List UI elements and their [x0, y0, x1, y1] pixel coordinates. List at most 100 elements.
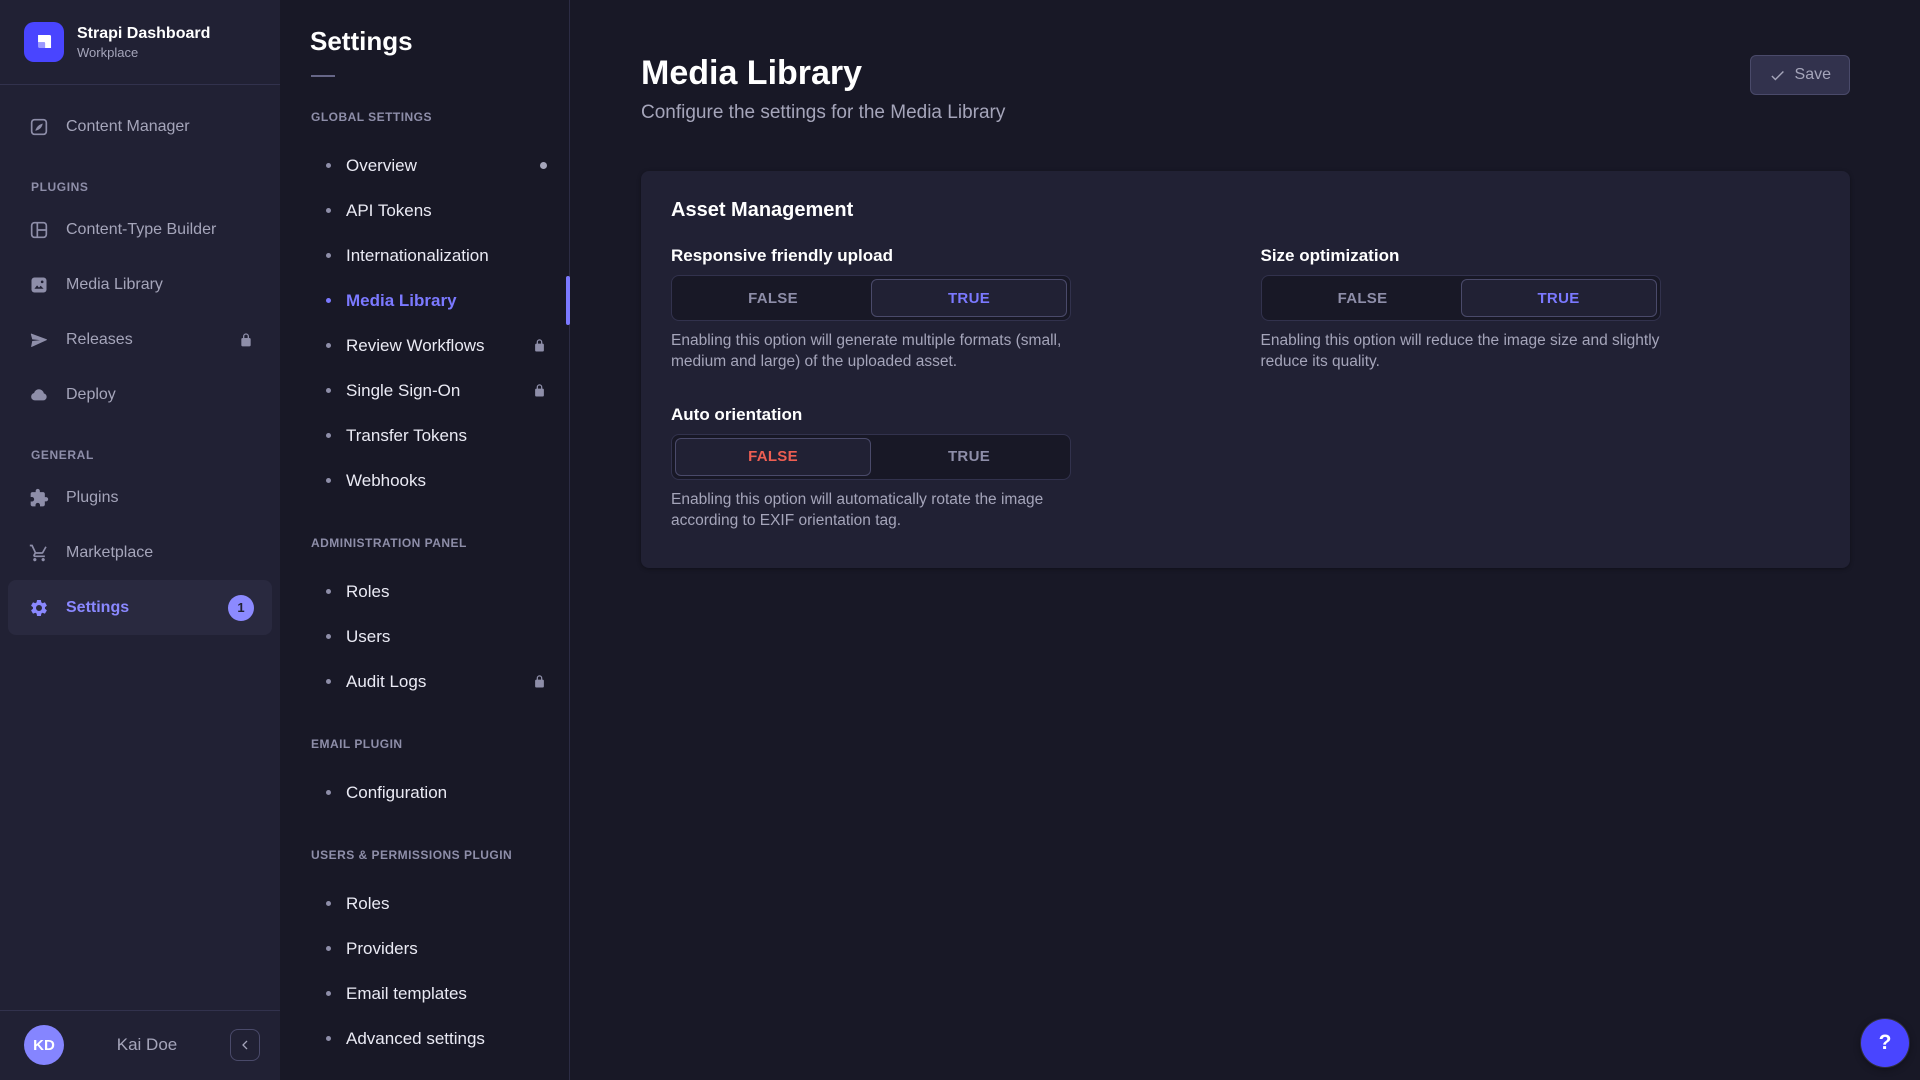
lock-icon — [532, 383, 547, 398]
bullet-icon — [326, 901, 331, 906]
subnav-item-transfer-tokens[interactable]: Transfer Tokens — [280, 413, 569, 458]
toggle-option-false[interactable]: FALSE — [1265, 279, 1461, 317]
check-icon — [1769, 67, 1786, 84]
subnav-item-roles-admin[interactable]: Roles — [280, 569, 569, 614]
field-hint: Enabling this option will generate multi… — [671, 331, 1096, 373]
subnav-item-review-workflows[interactable]: Review Workflows — [280, 323, 569, 368]
toggle-option-false[interactable]: FALSE — [675, 279, 871, 317]
sidebar-item-label: Settings — [66, 599, 129, 617]
sidebar-item-releases[interactable]: Releases — [0, 312, 280, 367]
subnav-item-label: Internationalization — [346, 246, 489, 266]
subnav-item-label: Webhooks — [346, 471, 426, 491]
sidebar-item-content-type-builder[interactable]: Content-Type Builder — [0, 202, 280, 257]
sidebar-item-deploy[interactable]: Deploy — [0, 367, 280, 422]
subnav-item-label: Users — [346, 627, 390, 647]
toggle-option-false[interactable]: FALSE — [675, 438, 871, 476]
sidebar-item-content-manager[interactable]: Content Manager — [0, 99, 280, 154]
chevron-left-icon — [237, 1037, 253, 1053]
sidebar-section-plugins: PLUGINS — [31, 172, 280, 202]
main-sidebar: Strapi Dashboard Workplace Content Manag… — [0, 0, 280, 1080]
strapi-logo-icon — [24, 22, 64, 62]
subnav-item-single-sign-on[interactable]: Single Sign-On — [280, 368, 569, 413]
subnav-item-configuration[interactable]: Configuration — [280, 770, 569, 815]
toggle-option-true[interactable]: TRUE — [871, 279, 1067, 317]
field-label: Responsive friendly upload — [671, 246, 1231, 266]
sidebar-item-label: Deploy — [66, 386, 116, 404]
subnav-item-webhooks[interactable]: Webhooks — [280, 458, 569, 503]
sidebar-item-media-library[interactable]: Media Library — [0, 257, 280, 312]
field-size-optimization: Size optimization FALSE TRUE Enabling th… — [1261, 246, 1821, 373]
subnav-list: Roles Providers Email templates Advanced… — [280, 881, 569, 1061]
lock-icon — [532, 338, 547, 353]
paper-plane-icon — [29, 330, 49, 350]
pen-icon — [29, 117, 49, 137]
sidebar-item-settings[interactable]: Settings 1 — [8, 580, 272, 635]
brand[interactable]: Strapi Dashboard Workplace — [0, 0, 280, 84]
subnav-list: Roles Users Audit Logs — [280, 569, 569, 704]
sidebar-item-label: Releases — [66, 331, 133, 349]
help-button[interactable]: ? — [1861, 1019, 1909, 1067]
subnav-item-label: Single Sign-On — [346, 381, 460, 401]
subnav-list: Overview API Tokens Internationalization… — [280, 143, 569, 503]
sidebar-footer: KD Kai Doe — [0, 1010, 280, 1080]
bullet-icon — [326, 634, 331, 639]
subnav-item-email-templates[interactable]: Email templates — [280, 971, 569, 1016]
subnav-item-label: Roles — [346, 582, 389, 602]
subnav-item-label: Roles — [346, 894, 389, 914]
field-hint: Enabling this option will automatically … — [671, 490, 1096, 532]
settings-count-badge: 1 — [228, 595, 254, 621]
collapse-sidebar-button[interactable] — [230, 1029, 260, 1061]
layout-icon — [29, 220, 49, 240]
lock-icon — [238, 332, 254, 348]
bullet-icon — [326, 589, 331, 594]
sidebar-item-plugins[interactable]: Plugins — [0, 470, 280, 525]
title-underline — [311, 75, 335, 77]
sidebar-nav: Content Manager PLUGINS Content-Type Bui… — [0, 85, 280, 635]
sidebar-item-label: Content-Type Builder — [66, 221, 216, 239]
cloud-icon — [29, 385, 49, 405]
subnav-item-media-library[interactable]: Media Library — [280, 278, 569, 323]
bullet-icon — [326, 343, 331, 348]
fields-grid: Responsive friendly upload FALSE TRUE En… — [671, 246, 1820, 532]
subnav-item-roles-up[interactable]: Roles — [280, 881, 569, 926]
cart-icon — [29, 543, 49, 563]
toggle-option-true[interactable]: TRUE — [1461, 279, 1657, 317]
responsive-friendly-upload-toggle: FALSE TRUE — [671, 275, 1071, 321]
bullet-icon — [326, 679, 331, 684]
sidebar-item-label: Marketplace — [66, 544, 153, 562]
subnav-title: Settings — [310, 26, 569, 57]
sidebar-item-marketplace[interactable]: Marketplace — [0, 525, 280, 580]
brand-title: Strapi Dashboard — [77, 24, 210, 43]
asset-management-card: Asset Management Responsive friendly upl… — [641, 171, 1850, 568]
field-hint: Enabling this option will reduce the ima… — [1261, 331, 1686, 373]
subnav-item-providers[interactable]: Providers — [280, 926, 569, 971]
subnav-item-label: Review Workflows — [346, 336, 485, 356]
lock-icon — [532, 674, 547, 689]
toggle-option-true[interactable]: TRUE — [871, 438, 1067, 476]
sidebar-item-label: Media Library — [66, 276, 163, 294]
bullet-icon — [326, 946, 331, 951]
subnav-item-label: Email templates — [346, 984, 467, 1004]
subnav-item-internationalization[interactable]: Internationalization — [280, 233, 569, 278]
subnav-item-advanced-settings[interactable]: Advanced settings — [280, 1016, 569, 1061]
app-root: Strapi Dashboard Workplace Content Manag… — [0, 0, 1920, 1080]
avatar[interactable]: KD — [24, 1025, 64, 1065]
field-label: Size optimization — [1261, 246, 1821, 266]
subnav-item-label: Overview — [346, 156, 417, 176]
brand-workspace: Workplace — [77, 45, 210, 60]
bullet-icon — [326, 478, 331, 483]
subnav-item-overview[interactable]: Overview — [280, 143, 569, 188]
user-row: KD Kai Doe — [0, 1011, 280, 1080]
subnav-item-audit-logs[interactable]: Audit Logs — [280, 659, 569, 704]
subnav-item-users[interactable]: Users — [280, 614, 569, 659]
size-optimization-toggle: FALSE TRUE — [1261, 275, 1661, 321]
subnav-item-api-tokens[interactable]: API Tokens — [280, 188, 569, 233]
bullet-icon — [326, 388, 331, 393]
settings-subnav: Settings GLOBAL SETTINGS Overview API To… — [280, 0, 570, 1080]
subnav-item-label: Audit Logs — [346, 672, 426, 692]
save-button[interactable]: Save — [1750, 55, 1850, 95]
gear-icon — [29, 598, 49, 618]
main-content: Media Library Configure the settings for… — [570, 0, 1920, 1080]
subnav-item-label: Providers — [346, 939, 418, 959]
page-subtitle: Configure the settings for the Media Lib… — [641, 102, 1005, 124]
